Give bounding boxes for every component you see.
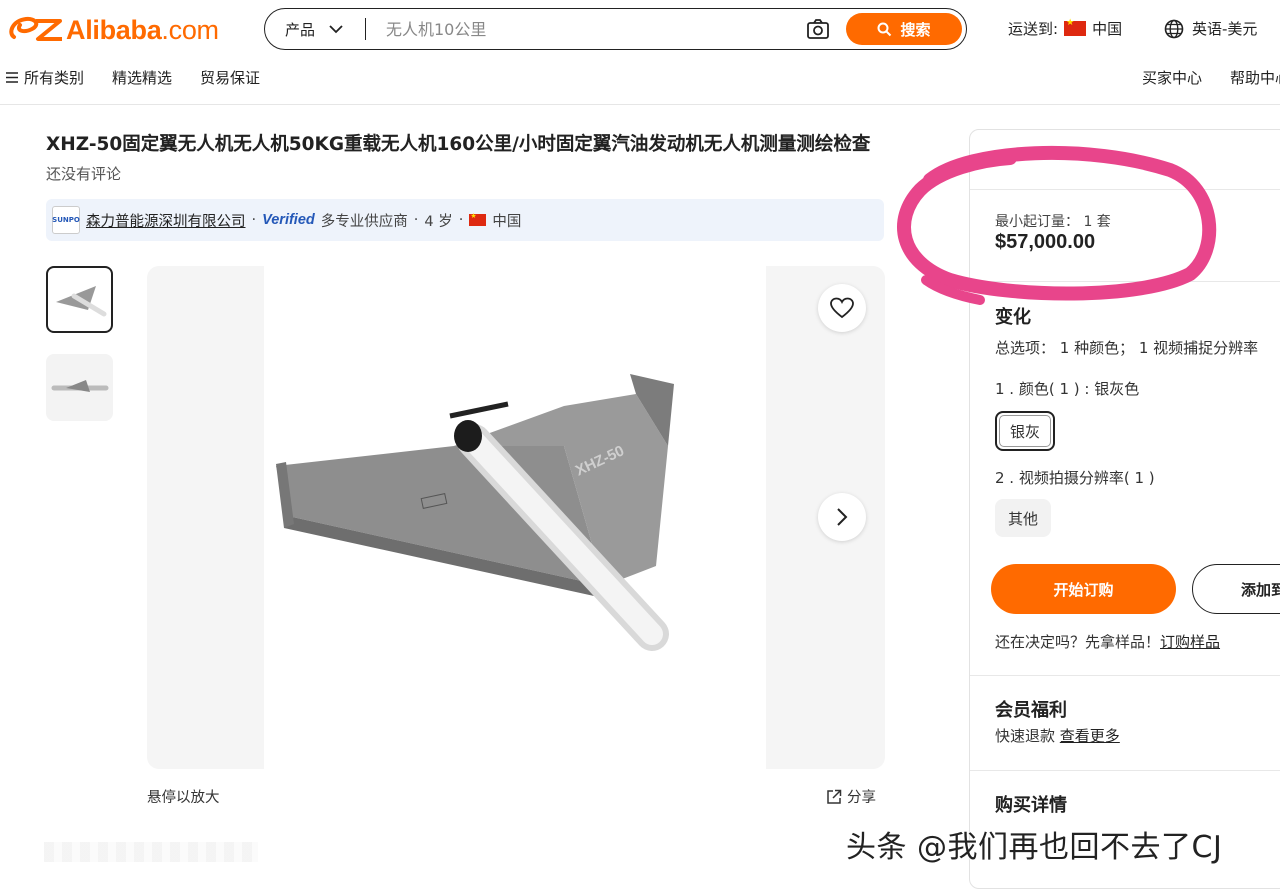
nav-item-help-center[interactable]: 帮助中心 <box>1230 67 1280 88</box>
sample-prompt: 还在决定吗？先拿样品！订购样品 <box>995 633 1221 651</box>
product-title: XHZ-50固定翼无人机无人机50KG重载无人机160公里/小时固定翼汽油发动机… <box>46 134 871 155</box>
supplier-name-link[interactable]: 森力普能源深圳有限公司 <box>86 210 246 231</box>
china-flag-icon <box>469 212 487 226</box>
panel-divider <box>970 189 1280 190</box>
reviews-status[interactable]: 还没有评论 <box>46 163 121 184</box>
alibaba-logo-icon <box>9 16 62 41</box>
variations-title: 变化 <box>995 307 1031 328</box>
supplier-type: 多专业供应商 <box>320 213 408 230</box>
color-option-silver[interactable]: 银灰 <box>995 411 1055 451</box>
search-category-select[interactable]: 产品 <box>265 9 365 49</box>
hover-zoom-hint: 悬停以放大 <box>147 790 220 806</box>
favorite-button[interactable] <box>818 284 866 332</box>
search-input[interactable] <box>366 19 800 39</box>
supplier-logo[interactable]: SUNPO <box>52 206 80 234</box>
nav-item-trade-assurance[interactable]: 贸易保证 <box>200 67 260 88</box>
china-flag-icon <box>1064 18 1087 36</box>
search-bar: 产品 搜索 <box>264 8 967 50</box>
drone-side-thumbnail-icon <box>51 379 108 392</box>
purchase-details-title: 购买详情 <box>995 795 1067 816</box>
order-sample-link[interactable]: 订购样品 <box>1160 633 1220 651</box>
thumbnail-2[interactable] <box>46 354 113 421</box>
nav-right: 买家中心 帮助中心 <box>1142 67 1280 88</box>
start-order-button[interactable]: 开始订购 <box>991 564 1176 614</box>
drone-illustration: XHZ-50 <box>276 374 674 651</box>
chevron-right-icon <box>837 508 848 526</box>
share-button[interactable]: 分享 <box>826 786 876 807</box>
member-benefits-text: 快速退款 查看更多 <box>995 727 1120 745</box>
menu-icon <box>6 72 18 83</box>
panel-divider <box>970 281 1280 282</box>
ship-to-selector[interactable]: 运送到: 中国 <box>1008 18 1122 39</box>
variations-summary: 总选项： 1 种颜色； 1 视频捕捉分辨率 <box>995 339 1259 357</box>
search-button[interactable]: 搜索 <box>846 13 962 45</box>
resolution-label: 2 . 视频拍摄分辨率( 1 ) <box>995 469 1155 487</box>
supplier-years: 4 岁 <box>424 213 453 230</box>
logo-text: Alibaba.com <box>66 14 219 45</box>
thumbnail-1[interactable] <box>46 266 113 333</box>
moq-text: 最小起订量： 1 套 <box>995 214 1111 230</box>
panel-divider <box>970 770 1280 771</box>
drone-image: XHZ-50 <box>264 266 766 769</box>
verified-badge[interactable]: Verified <box>262 212 315 228</box>
nav-item-all-categories[interactable]: 所有类别 <box>6 67 84 88</box>
globe-icon <box>1164 19 1184 38</box>
view-more-link[interactable]: 查看更多 <box>1060 727 1120 745</box>
search-icon <box>877 22 892 36</box>
nav-item-featured[interactable]: 精选精选 <box>112 67 172 88</box>
camera-search-icon[interactable] <box>800 11 836 47</box>
price: $57,000.00 <box>995 231 1096 253</box>
category-nav: 所有类别 精选精选 贸易保证 <box>6 67 260 88</box>
header-divider <box>0 104 1280 105</box>
member-benefits-title: 会员福利 <box>995 700 1067 721</box>
main-image-viewer[interactable]: XHZ-50 <box>147 266 885 769</box>
heart-icon <box>830 297 854 319</box>
blurred-area <box>44 842 258 862</box>
drone-thumbnail-icon <box>55 285 106 316</box>
supplier-country: 中国 <box>492 213 522 230</box>
chevron-down-icon <box>329 25 343 34</box>
watermark-text: 头条 @我们再也回不去了CJ <box>846 830 1223 865</box>
alibaba-logo[interactable]: Alibaba.com <box>6 12 226 48</box>
color-label: 1 . 颜色( 1 ) : 银灰色 <box>995 380 1140 398</box>
next-image-button[interactable] <box>818 493 866 541</box>
panel-divider <box>970 675 1280 676</box>
resolution-option-other[interactable]: 其他 <box>995 499 1051 537</box>
language-selector[interactable]: 英语-美元 <box>1164 18 1257 39</box>
add-to-cart-button[interactable]: 添加到 <box>1192 564 1280 614</box>
share-icon <box>827 789 842 804</box>
supplier-bar: SUNPO 森力普能源深圳有限公司 · Verified 多专业供应商 · 4 … <box>46 199 884 241</box>
nav-item-buyer-center[interactable]: 买家中心 <box>1142 67 1202 88</box>
